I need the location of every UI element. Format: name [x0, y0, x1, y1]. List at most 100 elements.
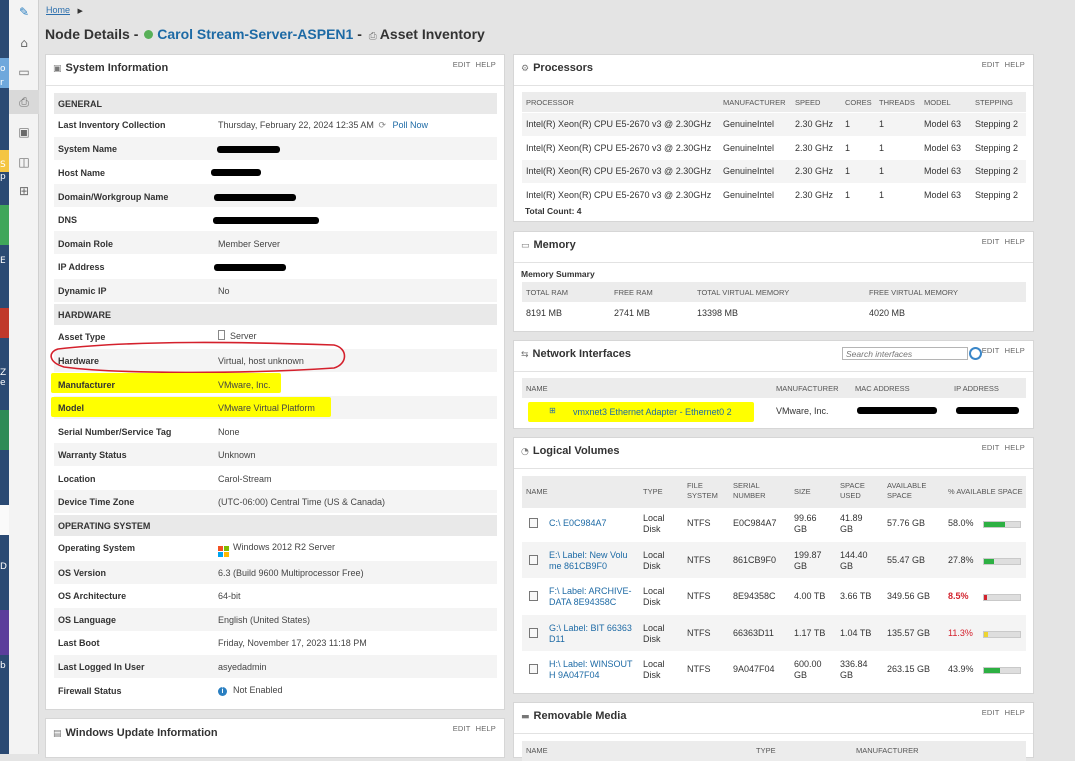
volume-name-link[interactable]: E:\ Label: New Volu me 861CB9F0: [549, 550, 639, 572]
column-header: TYPE: [756, 746, 776, 755]
volume-size: 199.87 GB: [794, 549, 822, 571]
volume-size: 1.17 TB: [794, 627, 826, 638]
edit-link[interactable]: EDIT: [982, 237, 1000, 246]
column-header: FREE VIRTUAL MEMORY: [869, 288, 959, 297]
edit-link[interactable]: EDIT: [453, 724, 471, 733]
volume-name-link[interactable]: G:\ Label: BIT 66363 D11: [549, 623, 639, 645]
network-map-icon[interactable]: ▣: [9, 120, 39, 144]
timezone-value: (UTC-06:00) Central Time (US & Canada): [218, 497, 386, 507]
last-inventory-label: Last Inventory Collection: [58, 120, 166, 130]
dynamic-ip-label: Dynamic IP: [58, 286, 107, 296]
volume-serial: E0C984A7: [733, 518, 777, 528]
edit-link[interactable]: EDIT: [982, 443, 1000, 452]
volume-name-link[interactable]: H:\ Label: WINSOUT H 9A047F04: [549, 659, 639, 681]
volume-name-link[interactable]: F:\ Label: ARCHIVE- DATA 8E94358C: [549, 586, 639, 608]
column-header: NAME: [526, 384, 548, 393]
help-link[interactable]: HELP: [1005, 708, 1025, 717]
processor-cell: Stepping 2: [975, 119, 1019, 129]
column-header: MODEL: [924, 98, 951, 107]
column-header: MANUFACTURER: [776, 384, 839, 393]
printer-icon: ⎙: [368, 31, 377, 42]
free-virtual-value: 4020 MB: [869, 308, 906, 318]
volume-fs: NTFS: [687, 554, 711, 565]
volume-available: 55.47 GB: [887, 554, 926, 565]
os-arch-label: OS Architecture: [58, 591, 127, 601]
available-space-fill: [984, 522, 1005, 527]
available-space-fill: [984, 631, 989, 637]
map-icon[interactable]: ◫: [9, 150, 39, 174]
volume-serial: 861CB9F0: [733, 554, 777, 565]
help-link[interactable]: HELP: [1005, 443, 1025, 452]
update-icon: ▤: [53, 729, 62, 739]
search-input[interactable]: [842, 347, 968, 360]
help-link[interactable]: HELP: [1005, 60, 1025, 69]
last-boot-value: Friday, November 17, 2023 11:18 PM: [218, 638, 367, 648]
info-icon: i: [218, 687, 227, 696]
column-header: SERIAL NUMBER: [733, 481, 766, 500]
hierarchy-icon[interactable]: ⊞: [9, 179, 39, 203]
volume-used: 336.84 GB: [840, 659, 868, 681]
network-adapter-link[interactable]: vmxnet3 Ethernet Adapter - Ethernet0 2: [573, 407, 732, 418]
os-value: Windows 2012 R2 Server: [218, 542, 335, 557]
processor-cell: 1: [879, 142, 885, 153]
printer-icon[interactable]: ⎙: [9, 90, 39, 114]
panel-title: ⚙ Processors: [521, 62, 594, 74]
last-user-label: Last Logged In User: [58, 662, 145, 672]
node-link[interactable]: Carol Stream-Server-ASPEN1: [157, 26, 353, 42]
report-icon[interactable]: ▭: [9, 60, 39, 84]
usb-icon: ▬: [521, 712, 530, 722]
volume-used: 144.40 GB: [840, 549, 868, 571]
processor-cell: 1: [845, 142, 851, 153]
volume-percent: 27.8%: [948, 554, 974, 565]
processor-cell: 2.30 GHz: [795, 166, 834, 176]
processor-cell: 1: [879, 166, 885, 176]
serial-value: None: [218, 427, 240, 437]
column-header: TYPE: [643, 487, 663, 496]
volume-available: 263.15 GB: [887, 664, 931, 675]
processor-icon: ⚙: [521, 64, 530, 74]
volume-type: Local Disk: [643, 622, 665, 644]
help-link[interactable]: HELP: [476, 60, 496, 69]
system-name-label: System Name: [58, 144, 118, 154]
os-label: Operating System: [58, 543, 136, 553]
network-icon: ⇆: [521, 350, 529, 360]
breadcrumb-home-link[interactable]: Home: [46, 5, 70, 15]
pencil-icon[interactable]: ✎: [9, 0, 39, 24]
redacted-value: [214, 194, 296, 201]
column-header: SIZE: [794, 487, 811, 496]
memory-icon: ▭: [521, 241, 530, 251]
column-header: SPACE USED: [840, 481, 865, 500]
help-link[interactable]: HELP: [1005, 237, 1025, 246]
poll-now-link[interactable]: Poll Now: [393, 120, 429, 130]
processor-cell: Model 63: [924, 119, 962, 129]
redacted-value: [211, 169, 261, 176]
help-link[interactable]: HELP: [476, 724, 496, 733]
home-icon[interactable]: ⌂: [9, 31, 39, 55]
last-user-value: asyedadmin: [218, 662, 267, 672]
logical-volumes-panel: ◔ Logical Volumes EDIT HELP NAME TYPE FILE…: [513, 437, 1034, 694]
network-mfr-value: VMware, Inc.: [776, 406, 829, 416]
volume-fs: NTFS: [687, 627, 711, 638]
removable-media-panel: ▬ Removable Media EDIT HELP NAME TYPE MANU…: [513, 702, 1034, 761]
volume-type: Local Disk: [643, 659, 665, 681]
edit-link[interactable]: EDIT: [982, 60, 1000, 69]
column-header: % AVAILABLE SPACE: [948, 487, 1023, 496]
edit-link[interactable]: EDIT: [453, 60, 471, 69]
help-link[interactable]: HELP: [1005, 346, 1025, 355]
edit-link[interactable]: EDIT: [982, 346, 1000, 355]
network-adapter-icon: ⊞: [549, 406, 556, 415]
edit-link[interactable]: EDIT: [982, 708, 1000, 717]
column-header: AVAILABLE SPACE: [887, 481, 927, 500]
os-language-value: English (United States): [218, 615, 311, 625]
left-nav: ✎ ⌂ ▭ ⎙ ▣ ◫ ⊞: [9, 0, 39, 754]
redacted-value: [214, 264, 286, 271]
volume-icon: [529, 554, 538, 565]
last-boot-label: Last Boot: [58, 638, 100, 648]
volume-name-link[interactable]: C:\ E0C984A7: [549, 518, 639, 529]
processor-cell: GenuineIntel: [723, 166, 775, 176]
volume-percent: 43.9%: [948, 664, 974, 675]
volume-type: Local Disk: [643, 549, 665, 571]
total-virtual-value: 13398 MB: [697, 308, 739, 318]
free-ram-value: 2741 MB: [614, 308, 651, 318]
windows-update-panel: ▤ Windows Update Information EDIT HELP: [45, 718, 505, 758]
